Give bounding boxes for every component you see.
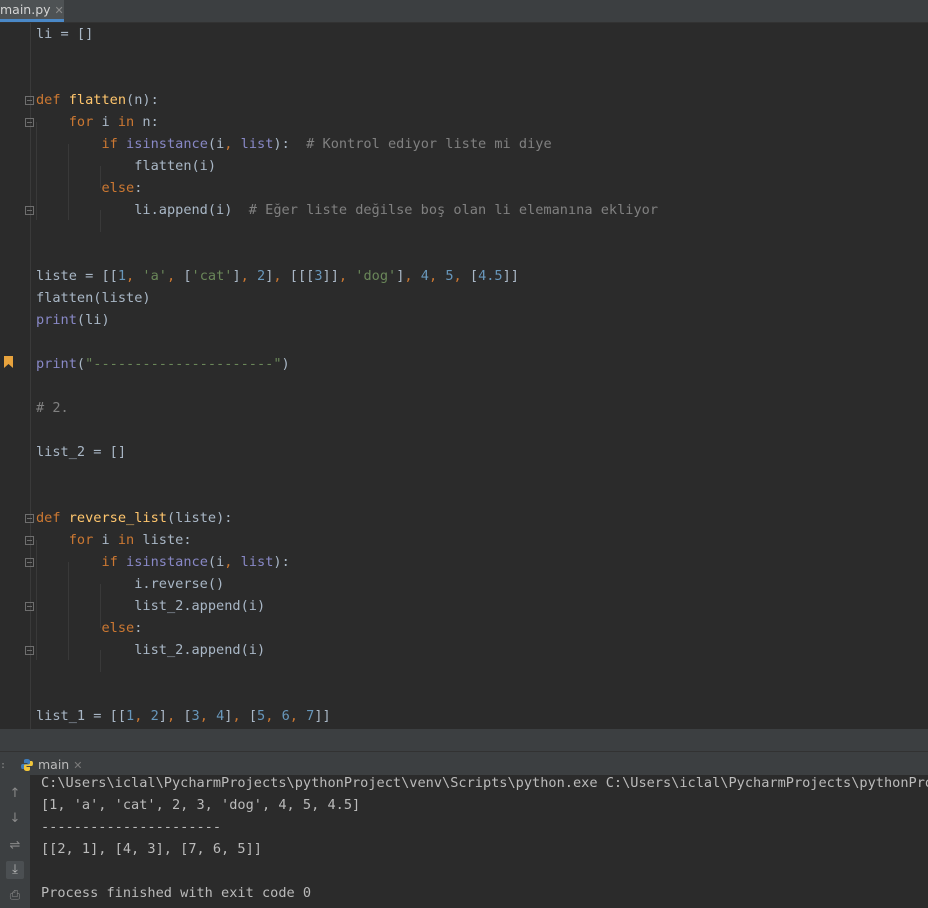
- console-line: [1, 'a', 'cat', 2, 3, 'dog', 4, 5, 4.5]: [41, 797, 361, 813]
- console-line: Process finished with exit code 0: [41, 885, 312, 901]
- bookmark-icon[interactable]: [4, 356, 13, 368]
- fold-icon[interactable]: [25, 646, 34, 655]
- fold-icon[interactable]: [25, 536, 34, 545]
- code-line[interactable]: list_2.append(i): [36, 595, 265, 617]
- python-icon: [21, 759, 33, 771]
- side-handle: :: [0, 760, 6, 772]
- code-line[interactable]: else:: [36, 177, 142, 199]
- close-icon[interactable]: ✕: [73, 759, 82, 772]
- run-tab-label: main: [38, 757, 70, 772]
- console-line: ----------------------: [41, 819, 222, 835]
- code-line[interactable]: for i in liste:: [36, 529, 192, 551]
- fold-icon[interactable]: [25, 206, 34, 215]
- code-line[interactable]: if isinstance(i, list): # Kontrol ediyor…: [36, 133, 551, 155]
- print-icon[interactable]: ⎙: [6, 887, 24, 905]
- gutter-divider: [30, 23, 31, 729]
- code-line[interactable]: def reverse_list(liste):: [36, 507, 232, 529]
- soft-wrap-icon[interactable]: ⇌: [6, 837, 24, 855]
- fold-icon[interactable]: [25, 514, 34, 523]
- code-line[interactable]: liste = [[1, 'a', ['cat'], 2], [[[3]], '…: [36, 265, 519, 287]
- code-line[interactable]: list_1 = [[1, 2], [3, 4], [5, 6, 7]]: [36, 705, 331, 727]
- fold-icon[interactable]: [25, 96, 34, 105]
- code-line[interactable]: print(li): [36, 309, 110, 331]
- tab-label: main.py: [0, 2, 51, 17]
- scroll-to-end-icon[interactable]: ⤓: [6, 861, 24, 879]
- code-line[interactable]: # 2.: [36, 397, 69, 419]
- code-line[interactable]: flatten(liste): [36, 287, 151, 309]
- code-line[interactable]: list_2 = []: [36, 441, 126, 463]
- editor-tab-bar: main.py ✕: [0, 0, 928, 23]
- code-line[interactable]: list_2.append(i): [36, 639, 265, 661]
- code-line[interactable]: li = []: [36, 23, 93, 45]
- console-line: C:\Users\iclal\PycharmProjects\pythonPro…: [41, 775, 928, 791]
- close-icon[interactable]: ✕: [55, 4, 64, 17]
- code-line[interactable]: flatten(i): [36, 155, 216, 177]
- fold-icon[interactable]: [25, 558, 34, 567]
- run-tab-main[interactable]: main ✕: [20, 752, 82, 776]
- panel-divider[interactable]: [0, 729, 928, 751]
- code-line[interactable]: print("----------------------"): [36, 353, 290, 375]
- code-line[interactable]: i.reverse(): [36, 573, 224, 595]
- arrow-down-icon[interactable]: ↓: [6, 810, 24, 828]
- arrow-up-icon[interactable]: ↑: [6, 785, 24, 803]
- tab-main-py[interactable]: main.py ✕: [0, 0, 64, 22]
- code-editor[interactable]: li = [] def flatten(n): for i in n: if is…: [0, 23, 928, 729]
- code-line[interactable]: else:: [36, 617, 142, 639]
- code-line[interactable]: def flatten(n):: [36, 89, 159, 111]
- fold-icon[interactable]: [25, 602, 34, 611]
- code-line[interactable]: if isinstance(i, list):: [36, 551, 289, 573]
- code-line[interactable]: for i in n:: [36, 111, 159, 133]
- run-tool-window-header: main ✕: [0, 751, 928, 776]
- fold-icon[interactable]: [25, 118, 34, 127]
- run-toolbar: ↑ ↓ ⇌ ⤓ ⎙: [0, 775, 31, 908]
- run-console-output[interactable]: C:\Users\iclal\PycharmProjects\pythonPro…: [30, 775, 928, 908]
- console-line: [[2, 1], [4, 3], [7, 6, 5]]: [41, 841, 262, 857]
- code-line[interactable]: li.append(i) # Eğer liste değilse boş ol…: [36, 199, 658, 221]
